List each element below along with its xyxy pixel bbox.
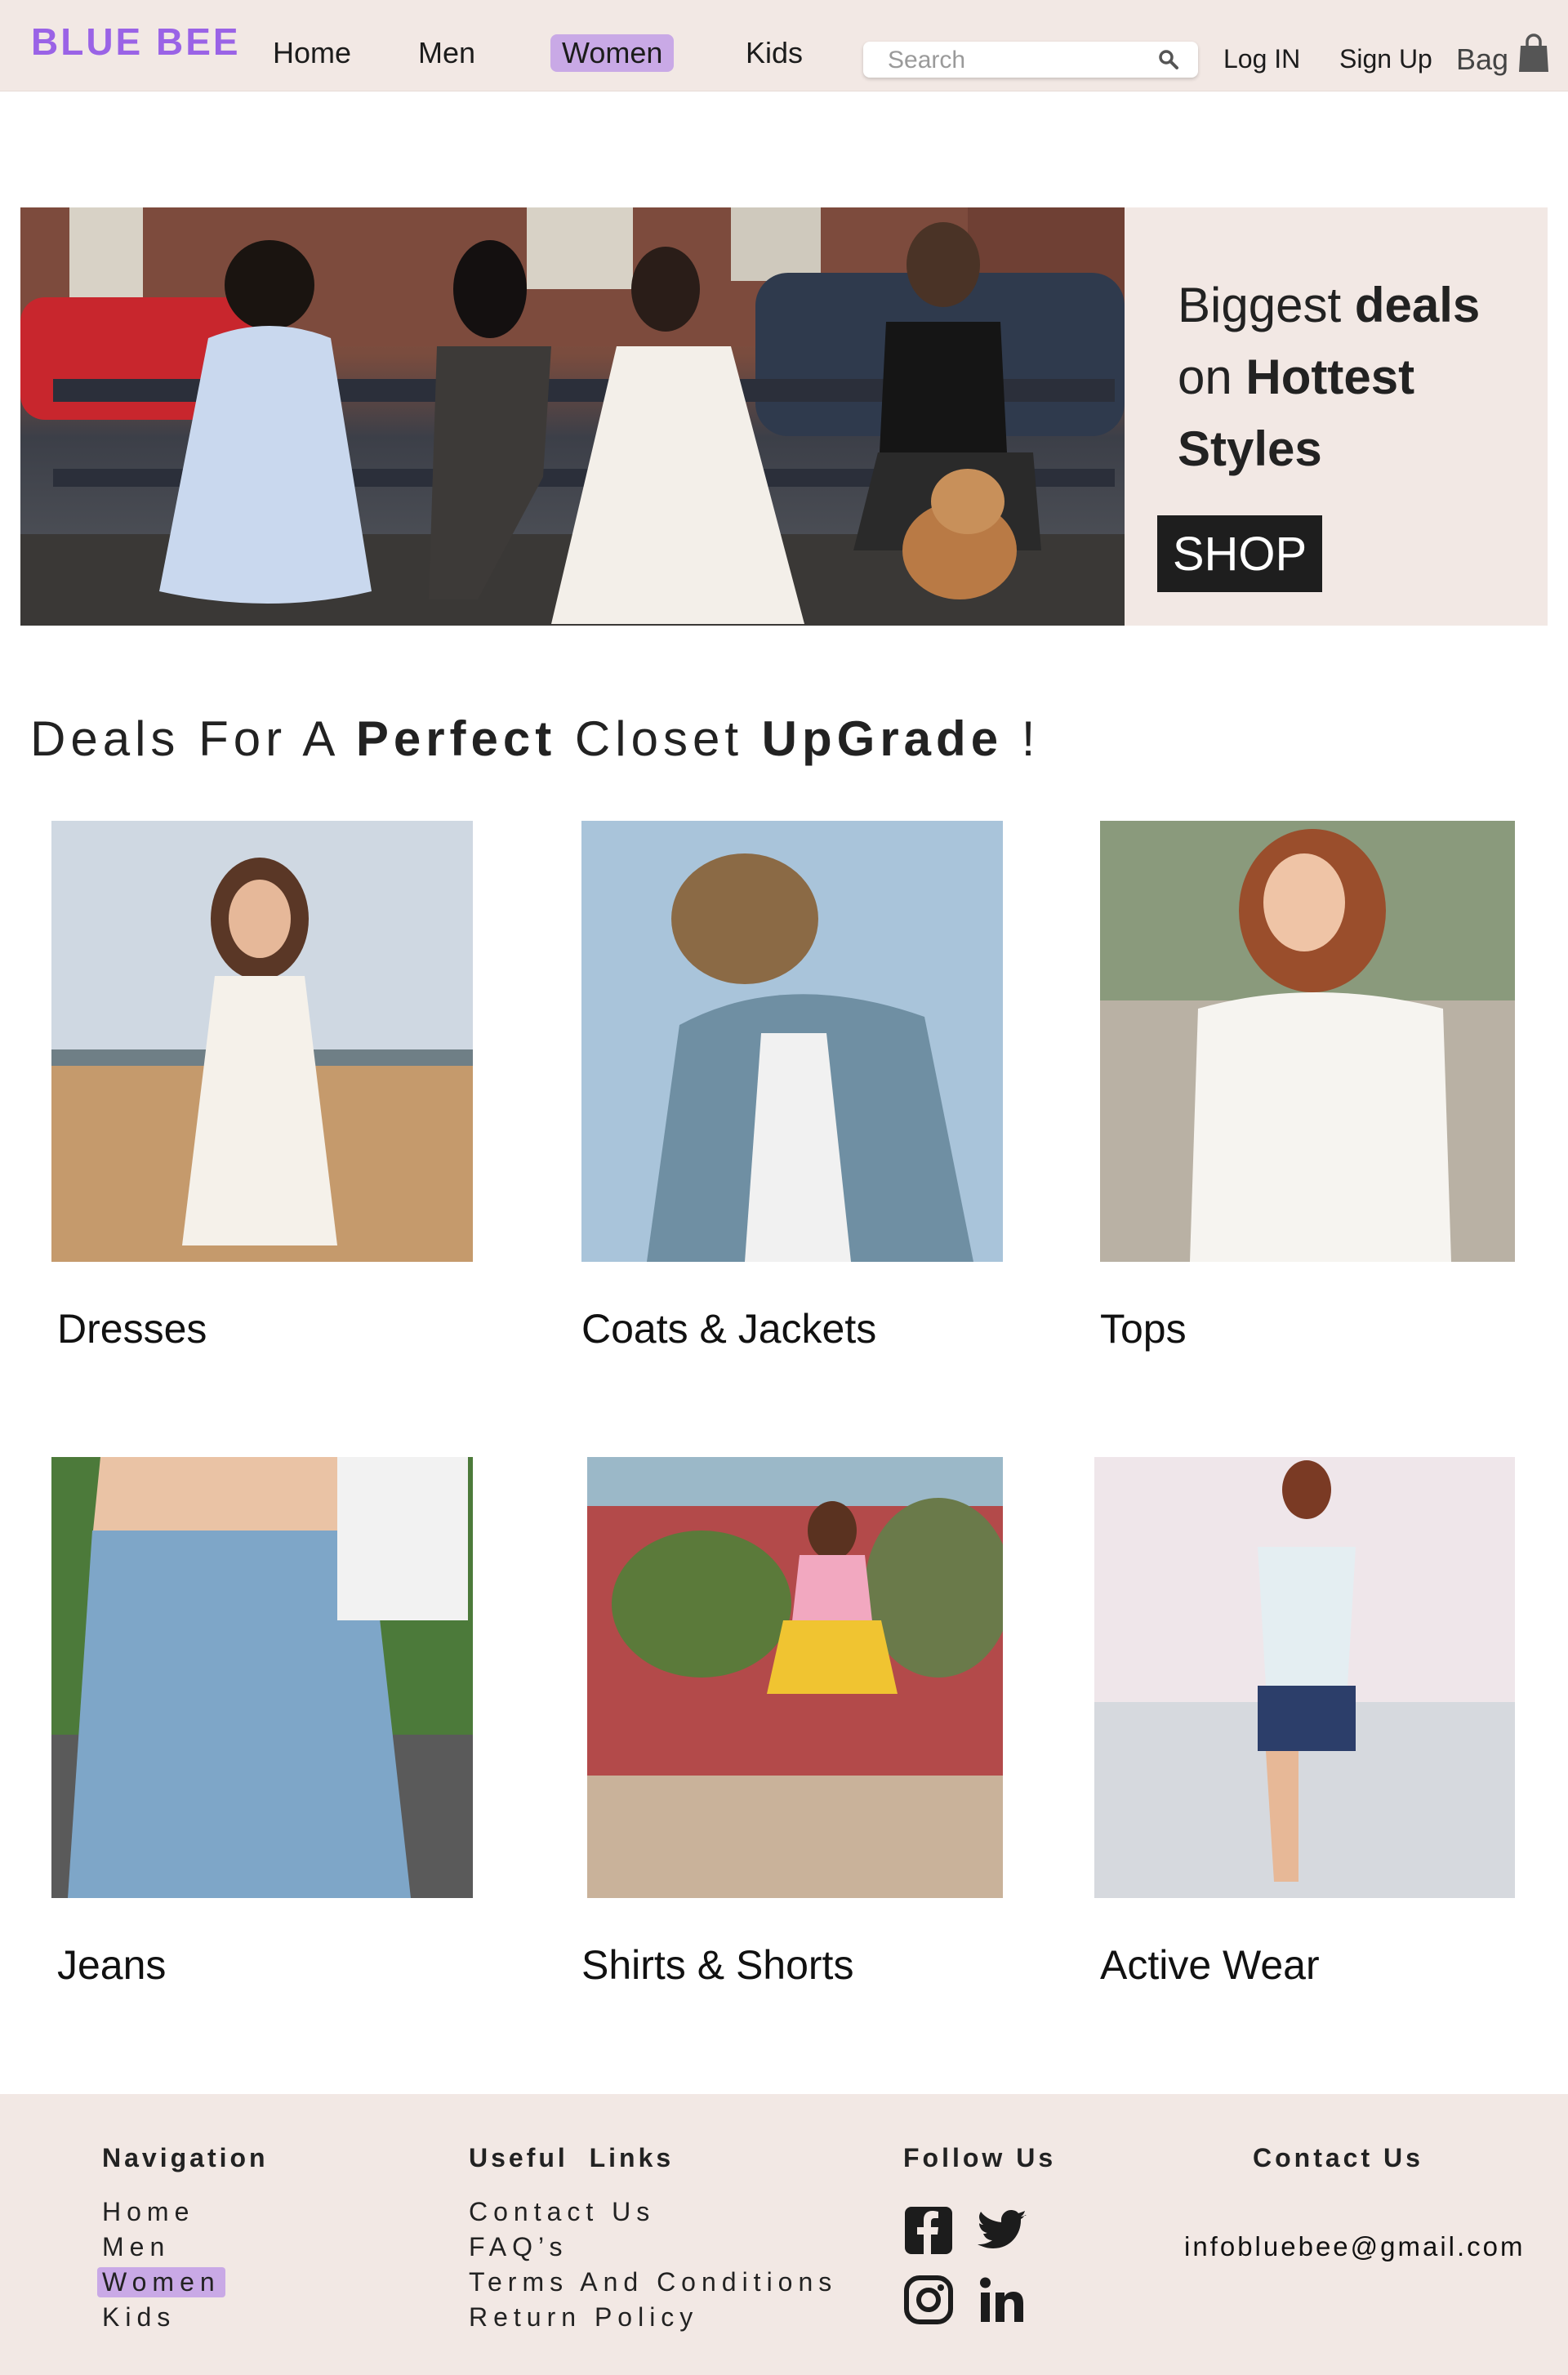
footer-contact-us-heading: Contact Us [1253,2143,1423,2172]
hero-text-biggest: Biggest [1178,278,1342,332]
footer-follow-us-heading: Follow Us [903,2143,1057,2172]
footer-link-women[interactable]: Women [97,2267,225,2297]
deals-section-heading: Deals For A Perfect Closet UpGrade ! [30,711,1040,767]
nav-link-kids[interactable]: Kids [746,36,803,70]
heading-bold-upgrade: UpGrade [761,711,1004,766]
nav-link-home[interactable]: Home [273,36,351,70]
search-input[interactable] [886,47,1159,74]
footer-link-terms[interactable]: Terms And Conditions [469,2267,837,2297]
search-box [863,42,1198,78]
footer-link-home[interactable]: Home [102,2197,194,2227]
category-label-dresses[interactable]: Dresses [57,1305,207,1352]
footer-useful-links-heading: Useful Links [469,2143,675,2172]
category-image-shirts-shorts[interactable] [587,1457,1003,1898]
shopping-bag-icon[interactable] [1517,33,1550,74]
footer-link-faqs[interactable]: FAQ’s [469,2232,568,2262]
footer-link-men[interactable]: Men [102,2232,170,2262]
heading-bold-perfect: Perfect [355,711,557,766]
footer-link-contact-us[interactable]: Contact Us [469,2197,655,2227]
bag-link[interactable]: Bag [1456,42,1508,77]
heading-part-2: Closet [574,711,743,766]
facebook-icon[interactable] [903,2205,954,2256]
hero-banner: Biggest deals on Hottest Styles SHOP [20,207,1548,626]
hero-text-on: on [1178,350,1232,404]
hero-text-styles: Styles [1178,421,1322,476]
nav-link-women[interactable]: Women [550,34,675,72]
category-label-active-wear[interactable]: Active Wear [1100,1941,1320,1989]
hero-text-deals: deals [1354,278,1481,332]
footer-navigation-heading: Navigation [102,2143,269,2172]
signup-link[interactable]: Sign Up [1339,44,1432,74]
instagram-icon[interactable] [903,2275,954,2325]
category-image-coats-jackets[interactable] [581,821,1003,1262]
heading-part-1: Deals For A [30,711,338,766]
hero-text-hottest: Hottest [1245,350,1415,404]
category-label-coats-jackets[interactable]: Coats & Jackets [581,1305,876,1352]
hero-photo-women-on-bench [20,207,1125,626]
brand-logo[interactable]: BLUE BEE [31,20,241,64]
category-image-dresses[interactable] [51,821,473,1262]
nav-link-men[interactable]: Men [418,36,475,70]
category-label-tops[interactable]: Tops [1100,1305,1187,1352]
category-label-jeans[interactable]: Jeans [57,1941,166,1989]
footer-link-return-policy[interactable]: Return Policy [469,2302,698,2333]
linkedin-icon[interactable] [978,2275,1028,2325]
category-image-active-wear[interactable] [1094,1457,1515,1898]
category-image-jeans[interactable] [51,1457,473,1898]
category-label-shirts-shorts[interactable]: Shirts & Shorts [581,1941,853,1989]
category-image-tops[interactable] [1100,821,1515,1262]
shop-button[interactable]: SHOP [1157,515,1322,592]
hero-headline: Biggest deals on Hottest Styles [1178,270,1521,485]
search-icon[interactable] [1157,48,1180,71]
footer-link-kids[interactable]: Kids [102,2302,176,2333]
login-link[interactable]: Log IN [1223,44,1300,74]
heading-exclamation: ! [1021,711,1040,766]
footer-contact-email[interactable]: infobluebee@gmail.com [1184,2231,1526,2262]
top-navbar: BLUE BEE Home Men Women Kids Log IN Sign… [0,0,1568,91]
twitter-icon[interactable] [978,2205,1028,2256]
